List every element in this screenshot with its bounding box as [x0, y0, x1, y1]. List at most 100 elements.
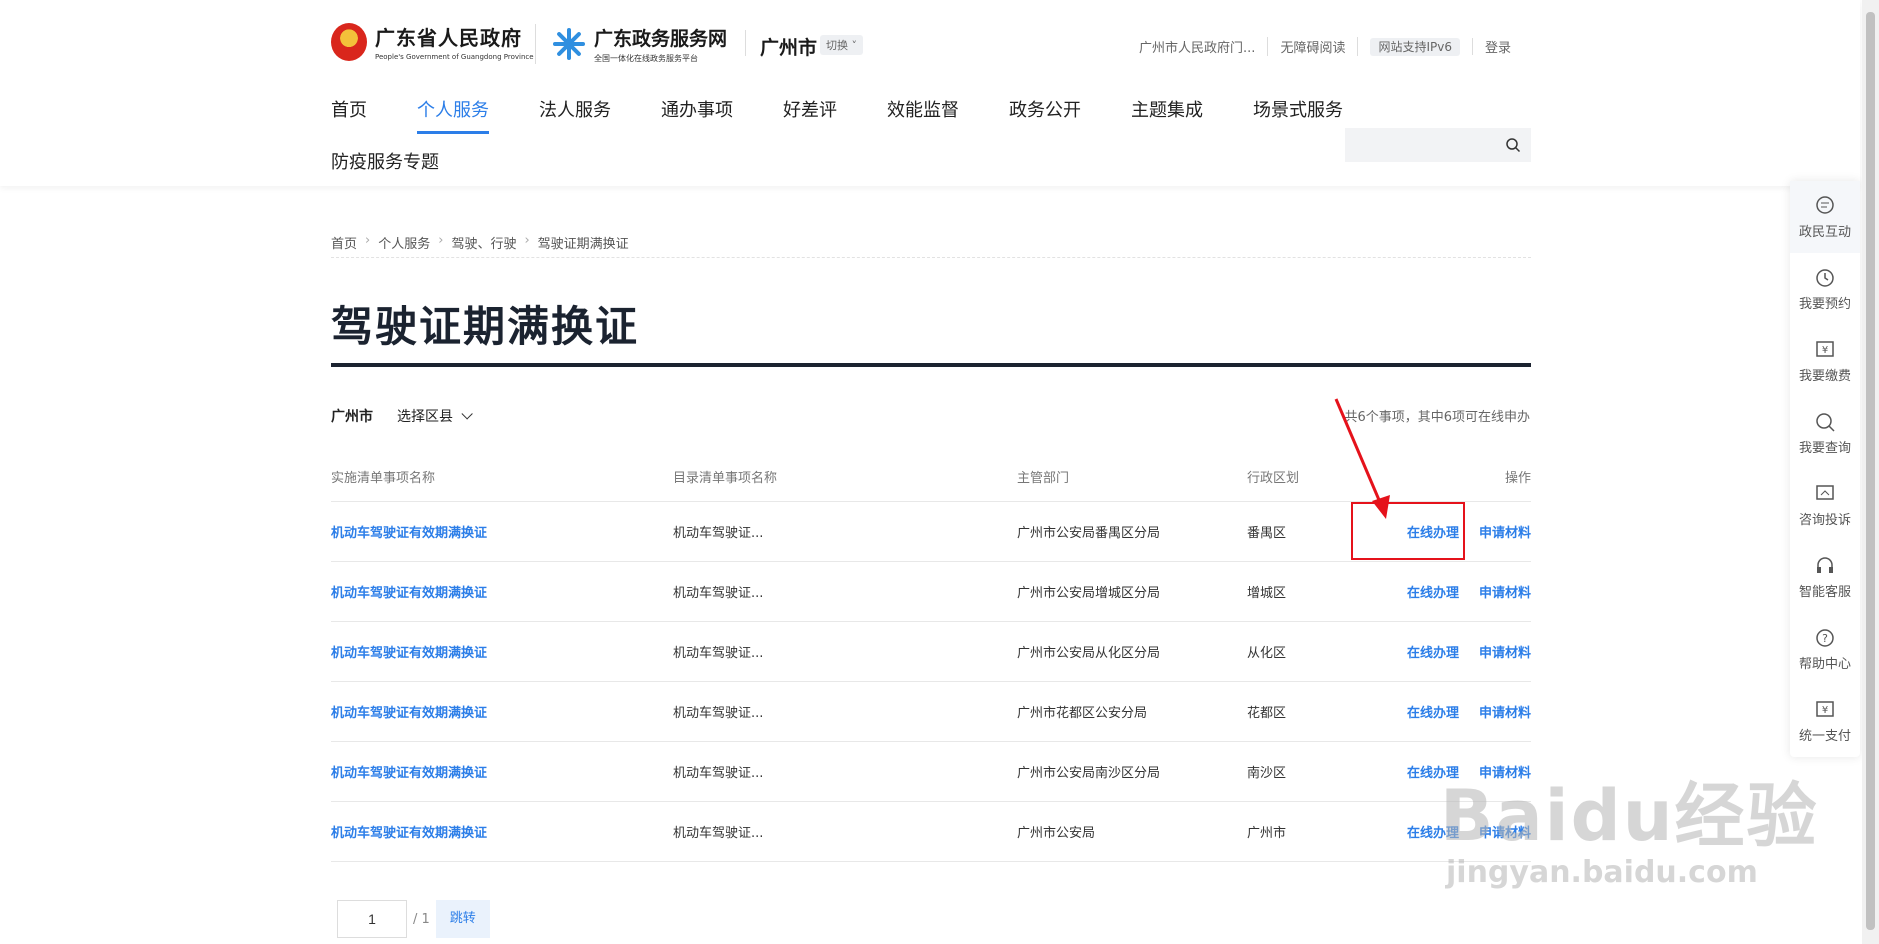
- float-item-complaint[interactable]: 咨询投诉: [1790, 469, 1860, 541]
- region: 从化区: [1247, 646, 1287, 661]
- chevron-right-icon: ›: [365, 233, 371, 248]
- float-item-label: 我要预约: [1798, 296, 1851, 312]
- pagination: / 1 跳转: [337, 900, 490, 938]
- nav-gov-affairs[interactable]: 政务公开: [1009, 96, 1081, 134]
- nav-supervision[interactable]: 效能监督: [887, 96, 959, 134]
- breadcrumb-current: 驾驶证期满换证: [537, 237, 629, 252]
- nav-personal-services[interactable]: 个人服务: [417, 96, 489, 134]
- nav-home[interactable]: 首页: [331, 96, 367, 134]
- table-row: 机动车驾驶证有效期满换证 机动车驾驶证... 广州市公安局 广州市 在线办理 申请…: [331, 802, 1531, 862]
- gov-name: 广东省人民政府: [375, 26, 522, 50]
- materials-button[interactable]: 申请材料: [1479, 702, 1531, 721]
- float-item-label: 帮助中心: [1798, 656, 1851, 672]
- chevron-right-icon: ›: [524, 233, 530, 248]
- breadcrumb-personal[interactable]: 个人服务: [378, 233, 430, 252]
- district-select-label: 选择区县: [397, 409, 453, 425]
- col-header-catalog: 目录清单事项名称: [673, 471, 778, 486]
- table-row: 机动车驾驶证有效期满换证 机动车驾驶证... 广州市公安局增城区分局 增城区 在…: [331, 562, 1531, 622]
- float-item-interaction[interactable]: 政民互动: [1790, 181, 1860, 253]
- float-item-unified-payment[interactable]: ¥ 统一支付: [1790, 685, 1860, 757]
- region: 南沙区: [1247, 766, 1287, 781]
- nav-themes[interactable]: 主题集成: [1131, 96, 1203, 134]
- chat-icon: [1816, 195, 1834, 214]
- float-item-label: 统一支付: [1798, 728, 1851, 744]
- page-number-input[interactable]: [337, 900, 407, 938]
- online-apply-button[interactable]: 在线办理: [1407, 582, 1459, 601]
- item-name-link[interactable]: 机动车驾驶证有效期满换证: [331, 702, 673, 721]
- accessibility-link[interactable]: 无障碍阅读: [1268, 37, 1359, 56]
- svg-text:¥: ¥: [1822, 345, 1828, 356]
- float-item-help[interactable]: ? 帮助中心: [1790, 613, 1860, 685]
- title-underline: [331, 363, 1531, 367]
- top-links: 广州市人民政府门... 无障碍阅读 网站支持IPv6 登录: [1127, 37, 1511, 56]
- pinwheel-icon: [550, 26, 586, 62]
- department: 广州市公安局南沙区分局: [1017, 766, 1161, 781]
- nav-universal-items[interactable]: 通办事项: [661, 96, 733, 134]
- breadcrumb-driving[interactable]: 驾驶、行驶: [451, 233, 516, 252]
- jump-button[interactable]: 跳转: [435, 900, 490, 938]
- breadcrumb-home[interactable]: 首页: [331, 233, 357, 252]
- region: 花都区: [1247, 706, 1287, 721]
- float-item-customer-service[interactable]: 智能客服: [1790, 541, 1860, 613]
- headset-icon: [1817, 556, 1833, 573]
- city-switch-label: 切换: [826, 39, 848, 52]
- table-row: 机动车驾驶证有效期满换证 机动车驾驶证... 广州市公安局从化区分局 从化区 在…: [331, 622, 1531, 682]
- vertical-scrollbar[interactable]: [1862, 0, 1879, 944]
- scrollbar-thumb[interactable]: [1866, 12, 1875, 930]
- page-total: / 1: [413, 911, 430, 927]
- search-icon[interactable]: [1505, 137, 1521, 153]
- filter-city[interactable]: 广州市: [331, 406, 373, 426]
- site-header: 广东省人民政府 People's Government of Guangdong…: [0, 0, 1860, 186]
- online-apply-button[interactable]: 在线办理: [1407, 702, 1459, 721]
- float-item-label: 政民互动: [1798, 224, 1851, 240]
- region: 增城区: [1247, 586, 1287, 601]
- table-row: 机动车驾驶证有效期满换证 机动车驾驶证... 广州市公安局南沙区分局 南沙区 在…: [331, 742, 1531, 802]
- nav-legal-person-services[interactable]: 法人服务: [539, 96, 611, 134]
- city-gov-link[interactable]: 广州市人民政府门...: [1127, 37, 1269, 56]
- materials-button[interactable]: 申请材料: [1479, 642, 1531, 661]
- baidu-watermark: Baidu经验 jingyan.baidu.com: [1440, 760, 1819, 890]
- col-header-dept: 主管部门: [1017, 471, 1070, 486]
- item-name-link[interactable]: 机动车驾驶证有效期满换证: [331, 522, 673, 541]
- department: 广州市公安局番禺区分局: [1017, 526, 1161, 541]
- divider: [535, 24, 536, 64]
- help-icon: ?: [1816, 628, 1834, 647]
- national-emblem-icon: [331, 22, 367, 61]
- catalog-name: 机动车驾驶证...: [673, 706, 764, 721]
- item-name-link[interactable]: 机动车驾驶证有效期满换证: [331, 642, 673, 661]
- portal-logo[interactable]: 广东政务服务网 全国一体化在线政务服务平台: [550, 24, 727, 64]
- catalog-name: 机动车驾驶证...: [673, 646, 764, 661]
- item-name-link[interactable]: 机动车驾驶证有效期满换证: [331, 582, 673, 601]
- nav-epidemic-services[interactable]: 防疫服务专题: [331, 148, 439, 174]
- divider: [745, 30, 746, 56]
- online-apply-button[interactable]: 在线办理: [1407, 642, 1459, 661]
- city-switch-button[interactable]: 切换 ˅: [820, 35, 863, 55]
- watermark-brand: Baidu经验: [1440, 775, 1819, 857]
- nav-evaluation[interactable]: 好差评: [783, 96, 837, 134]
- current-city: 广州市: [760, 37, 818, 59]
- annotation-highlight-box: [1351, 502, 1465, 560]
- table-row: 机动车驾驶证有效期满换证 机动车驾驶证... 广州市花都区公安分局 花都区 在线…: [331, 682, 1531, 742]
- breadcrumb: 首页 › 个人服务 › 驾驶、行驶 › 驾驶证期满换证: [331, 233, 629, 252]
- nav-scenario-services[interactable]: 场景式服务: [1253, 96, 1343, 134]
- float-item-appointment[interactable]: 我要预约: [1790, 253, 1860, 325]
- float-item-query[interactable]: 我要查询: [1790, 397, 1860, 469]
- float-item-label: 我要查询: [1798, 440, 1851, 456]
- gov-logo[interactable]: 广东省人民政府 People's Government of Guangdong…: [331, 22, 534, 61]
- svg-text:¥: ¥: [1822, 705, 1828, 716]
- materials-button[interactable]: 申请材料: [1479, 582, 1531, 601]
- item-name-link[interactable]: 机动车驾驶证有效期满换证: [331, 822, 673, 841]
- float-item-label: 咨询投诉: [1798, 512, 1851, 528]
- item-name-link[interactable]: 机动车驾驶证有效期满换证: [331, 762, 673, 781]
- district-select[interactable]: 选择区县: [397, 406, 473, 426]
- search-input[interactable]: [1345, 128, 1495, 162]
- col-header-name: 实施清单事项名称: [331, 471, 436, 486]
- divider: [331, 257, 1531, 258]
- clock-icon: [1816, 268, 1834, 287]
- login-link[interactable]: 登录: [1473, 37, 1511, 56]
- catalog-name: 机动车驾驶证...: [673, 526, 764, 541]
- chevron-right-icon: ›: [438, 233, 444, 248]
- materials-button[interactable]: 申请材料: [1479, 522, 1531, 541]
- float-toolbar: 政民互动 我要预约 ¥ 我要缴费 我要查询 咨询投诉 智能客服 ? 帮助中心 ¥…: [1790, 181, 1860, 757]
- float-item-payment[interactable]: ¥ 我要缴费: [1790, 325, 1860, 397]
